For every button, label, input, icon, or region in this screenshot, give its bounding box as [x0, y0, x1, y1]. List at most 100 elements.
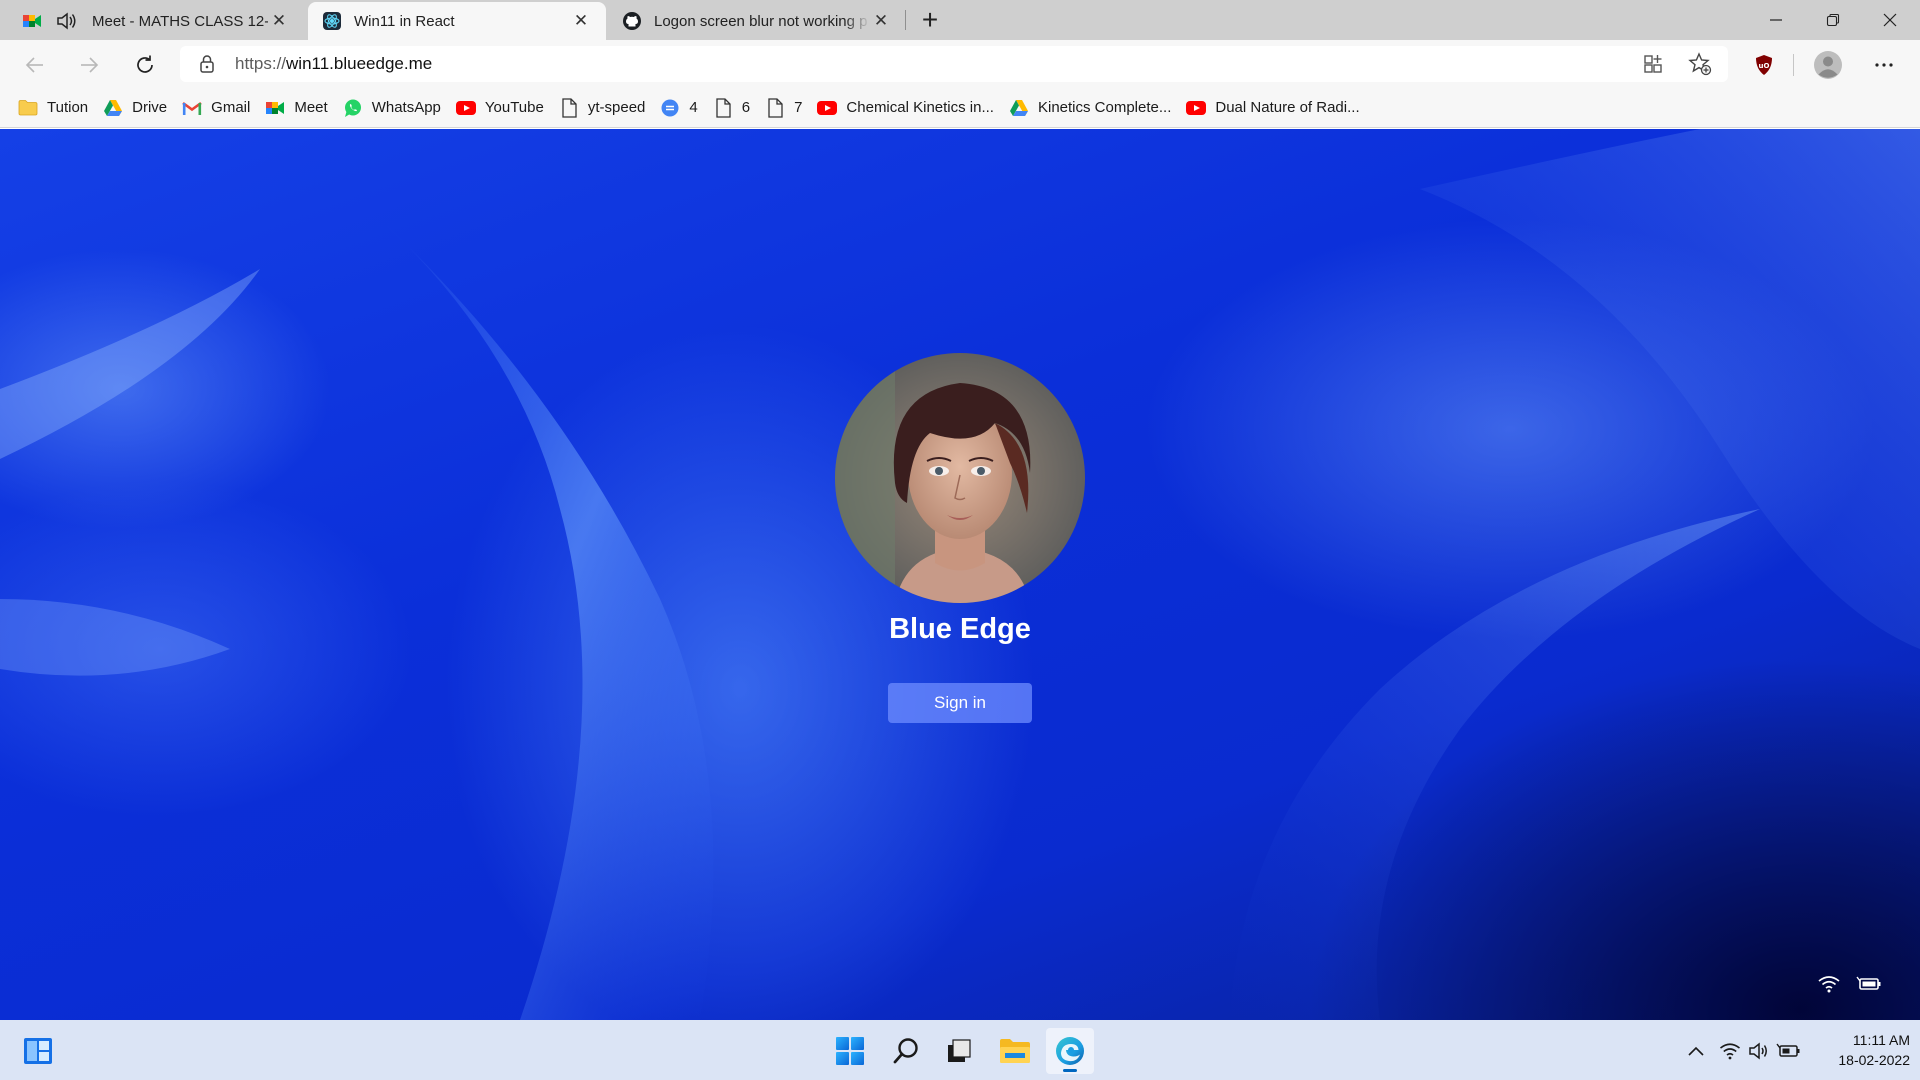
bookmark-chemical-kinetics[interactable]: Chemical Kinetics in... [815, 93, 1003, 123]
tab-title: Win11 in React [354, 12, 455, 30]
svg-text:uO: uO [1759, 62, 1770, 70]
bookmark-label: yt-speed [587, 99, 646, 116]
folder-icon [18, 98, 38, 118]
google-meet-icon [265, 98, 285, 118]
volume-button[interactable] [1746, 1038, 1772, 1064]
bookmark-label: YouTube [484, 99, 544, 116]
page-icon [765, 97, 785, 118]
system-clock[interactable]: 11:11 AM 18-02-2022 [1810, 1030, 1910, 1070]
win11-react-icon [322, 11, 342, 31]
edge-browser-button[interactable] [1046, 1028, 1094, 1074]
edge-icon [1056, 1037, 1084, 1065]
active-app-indicator [1063, 1069, 1077, 1072]
network-button[interactable] [1717, 1038, 1743, 1064]
ublock-extension-button[interactable]: uO [1747, 48, 1781, 82]
github-icon [622, 11, 642, 31]
tab-meet[interactable]: Meet - MATHS CLASS 12-A ✕ [8, 2, 304, 40]
bookmark-label: 7 [794, 99, 803, 116]
tab-strip: Meet - MATHS CLASS 12-A ✕ Win11 in React… [0, 0, 1920, 40]
settings-menu-button[interactable] [1867, 48, 1901, 82]
docs-icon [660, 98, 680, 118]
tab-win11-react[interactable]: Win11 in React ✕ [308, 2, 606, 40]
page-icon [559, 97, 579, 118]
url-protocol: https:// [235, 54, 287, 73]
bookmark-youtube[interactable]: YouTube [454, 93, 553, 123]
show-hidden-icons-button[interactable] [1683, 1038, 1709, 1064]
bookmark-7[interactable]: 7 [763, 93, 811, 123]
back-button[interactable] [18, 48, 52, 82]
search-icon [893, 1038, 918, 1064]
battery-button[interactable] [1776, 1038, 1802, 1064]
bookmark-tution[interactable]: Tution [16, 93, 97, 123]
youtube-icon [455, 98, 476, 118]
page-icon [713, 97, 733, 118]
widgets-icon [24, 1038, 52, 1064]
minimize-icon [1770, 19, 1782, 21]
task-view-button[interactable] [935, 1028, 983, 1074]
profile-avatar-icon [1814, 51, 1842, 79]
bookmark-label: 6 [741, 99, 751, 116]
user-name: Blue Edge [889, 613, 1031, 645]
close-icon[interactable]: ✕ [570, 10, 592, 32]
arrow-left-icon [25, 57, 43, 73]
profile-button[interactable] [1811, 48, 1845, 82]
bookmark-label: Gmail [211, 99, 251, 116]
user-avatar [835, 353, 1085, 603]
restore-button[interactable] [1805, 0, 1861, 40]
close-icon [1883, 13, 1897, 27]
bookmark-label: Kinetics Complete... [1037, 99, 1172, 116]
tab-github[interactable]: Logon screen blur not working p ✕ [608, 2, 906, 40]
audio-playing-icon[interactable] [54, 10, 80, 32]
wifi-icon [1720, 1043, 1740, 1060]
bookmark-dual-nature[interactable]: Dual Nature of Radi... [1184, 93, 1368, 123]
bookmark-label: Tution [47, 99, 89, 116]
bookmark-drive[interactable]: Drive [101, 93, 176, 123]
google-drive-icon [1009, 98, 1029, 118]
bookmark-label: Meet [294, 99, 328, 116]
new-tab-button[interactable]: + [914, 4, 946, 36]
task-view-icon [948, 1039, 971, 1062]
bookmark-label: Chemical Kinetics in... [846, 99, 994, 116]
url-text: https://win11.blueedge.me [235, 54, 432, 74]
wifi-icon[interactable] [1814, 969, 1844, 999]
battery-charging-icon[interactable] [1854, 969, 1884, 999]
sign-in-button[interactable]: Sign in [888, 683, 1032, 723]
minimize-button[interactable] [1748, 0, 1804, 40]
more-options-icon [1875, 63, 1893, 67]
widgets-button[interactable] [14, 1028, 62, 1074]
close-window-button[interactable] [1862, 0, 1918, 40]
start-button[interactable] [826, 1028, 874, 1074]
bookmark-label: Drive [132, 99, 168, 116]
bookmark-4[interactable]: 4 [658, 93, 706, 123]
address-bar[interactable]: https://win11.blueedge.me [180, 46, 1728, 82]
close-icon[interactable]: ✕ [268, 10, 290, 32]
favorite-add-icon[interactable] [1688, 52, 1712, 80]
lock-icon[interactable] [199, 54, 215, 78]
restore-icon [1826, 13, 1840, 27]
ublock-shield-icon: uO [1756, 55, 1772, 75]
bookmark-label: WhatsApp [371, 99, 441, 116]
apps-icon[interactable] [1642, 53, 1664, 79]
tab-divider [905, 10, 906, 30]
bookmark-meet[interactable]: Meet [263, 93, 336, 123]
tab-title: Logon screen blur not working p [654, 12, 868, 30]
url-host: win11.blueedge.me [286, 54, 433, 73]
bookmark-gmail[interactable]: Gmail [180, 93, 259, 123]
bookmark-kinetics-complete[interactable]: Kinetics Complete... [1007, 93, 1180, 123]
bookmark-label: Dual Nature of Radi... [1215, 99, 1360, 116]
speaker-icon [1749, 1042, 1767, 1060]
close-icon[interactable]: ✕ [870, 10, 892, 32]
browser-toolbar: https://win11.blueedge.me uO [0, 40, 1920, 88]
bookmark-6[interactable]: 6 [711, 93, 759, 123]
forward-button[interactable] [72, 48, 106, 82]
bookmark-yt-speed[interactable]: yt-speed [557, 93, 655, 123]
refresh-button[interactable] [128, 48, 162, 82]
clock-time: 11:11 AM [1852, 1032, 1910, 1048]
bookmark-whatsapp[interactable]: WhatsApp [341, 93, 450, 123]
bookmarks-bar: Tution Drive Gmail Meet WhatsApp YouTube… [0, 88, 1920, 128]
folder-icon [1000, 1039, 1030, 1063]
search-button[interactable] [882, 1028, 930, 1074]
bookmark-label: 4 [689, 99, 698, 116]
youtube-icon [1186, 98, 1207, 118]
file-explorer-button[interactable] [991, 1028, 1039, 1074]
